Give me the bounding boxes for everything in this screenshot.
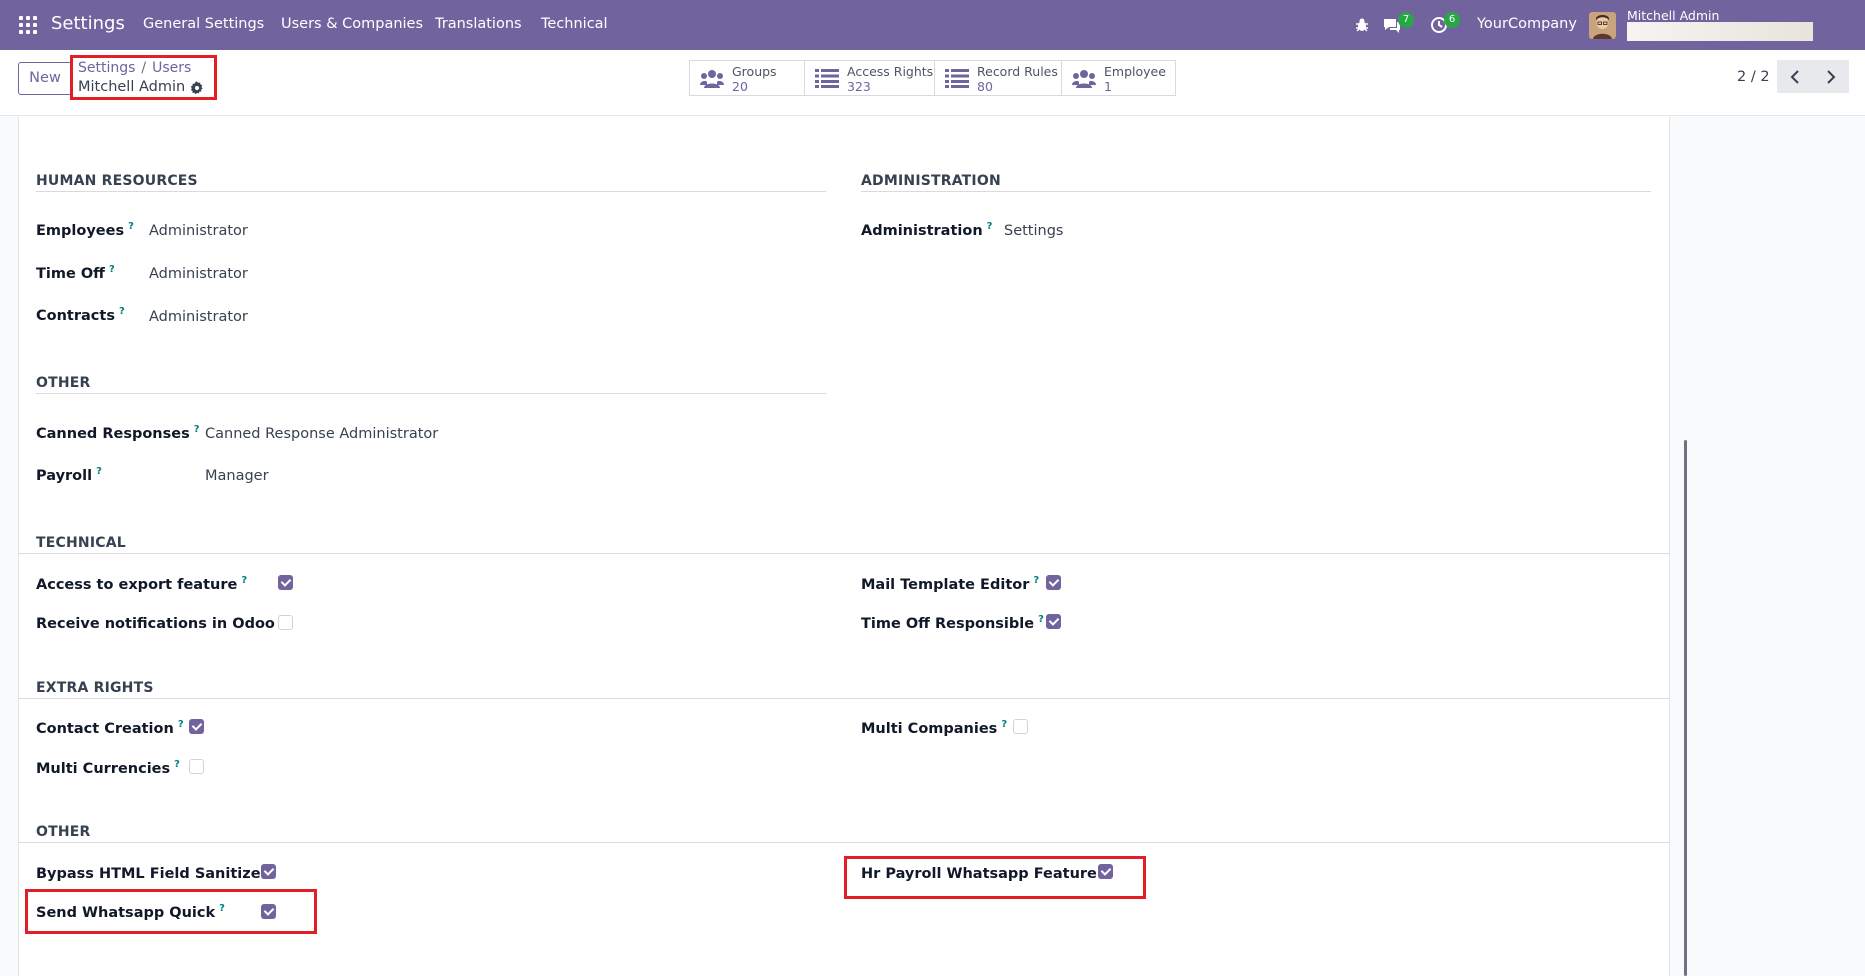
help-icon[interactable]: ? xyxy=(109,264,115,275)
section-technical: TECHNICAL xyxy=(36,535,126,551)
field-value-employees[interactable]: Administrator xyxy=(149,223,248,239)
section-extra-rights: EXTRA RIGHTS xyxy=(36,680,154,696)
help-icon[interactable]: ? xyxy=(128,221,134,232)
prev-record-button[interactable] xyxy=(1777,60,1813,93)
groups-count: 20 xyxy=(732,79,748,94)
highlight-send-whatsapp-quick xyxy=(25,889,317,934)
section-other: OTHER xyxy=(36,375,91,391)
highlight-hr-payroll-whatsapp xyxy=(844,856,1146,899)
control-panel: New Settings / Users Mitchell Admin Groups… xyxy=(0,50,1865,116)
pager-value[interactable]: 2 / 2 xyxy=(1737,69,1770,85)
bypass-html-checkbox[interactable] xyxy=(261,864,276,879)
access-export-checkbox[interactable] xyxy=(278,575,293,590)
breadcrumb: Settings / Users xyxy=(78,60,191,76)
menu-users-companies[interactable]: Users & Companies xyxy=(281,16,423,32)
list-icon xyxy=(945,69,969,88)
field-value-time-off[interactable]: Administrator xyxy=(149,266,248,282)
section-other-2: OTHER xyxy=(36,824,91,840)
form-sheet xyxy=(18,116,1670,976)
field-label-bypass-html: Bypass HTML Field Sanitize? xyxy=(36,864,270,882)
new-button[interactable]: New xyxy=(18,62,72,95)
field-value-payroll[interactable]: Manager xyxy=(205,468,269,484)
receive-notifications-checkbox[interactable] xyxy=(278,615,293,630)
menu-technical[interactable]: Technical xyxy=(541,16,608,32)
messages-count-badge: 7 xyxy=(1398,12,1414,28)
gear-icon[interactable] xyxy=(190,81,204,95)
user-name[interactable]: Mitchell Admin xyxy=(1627,8,1719,23)
field-value-contracts[interactable]: Administrator xyxy=(149,309,248,325)
avatar[interactable] xyxy=(1589,12,1616,39)
breadcrumb-settings[interactable]: Settings xyxy=(78,60,135,76)
record-rules-label: Record Rules xyxy=(977,64,1058,79)
field-label-payroll: Payroll? xyxy=(36,466,102,484)
field-label-receive-notifications: Receive notifications in Odoo? xyxy=(36,614,285,632)
multi-companies-checkbox[interactable] xyxy=(1013,719,1028,734)
field-value-canned-responses[interactable]: Canned Response Administrator xyxy=(205,426,438,442)
menu-general-settings[interactable]: General Settings xyxy=(143,16,264,32)
section-divider xyxy=(18,553,1670,554)
field-label-mail-template-editor: Mail Template Editor? xyxy=(861,575,1040,593)
section-human-resources: HUMAN RESOURCES xyxy=(36,173,198,189)
section-divider xyxy=(18,698,1670,699)
help-icon[interactable]: ? xyxy=(1001,719,1007,730)
chevron-left-icon xyxy=(1790,70,1799,84)
access-rights-stat-button[interactable]: Access Rights 323 xyxy=(804,60,935,96)
record-rules-stat-button[interactable]: Record Rules 80 xyxy=(934,60,1062,96)
field-label-access-export: Access to export feature? xyxy=(36,575,248,593)
field-label-administration: Administration? xyxy=(861,221,993,239)
help-icon[interactable]: ? xyxy=(119,306,125,317)
app-title[interactable]: Settings xyxy=(51,13,125,34)
groups-stat-button[interactable]: Groups 20 xyxy=(689,60,805,96)
employee-stat-button[interactable]: Employee 1 xyxy=(1061,60,1176,96)
field-label-contact-creation: Contact Creation? xyxy=(36,719,184,737)
help-icon[interactable]: ? xyxy=(1033,575,1039,586)
help-icon[interactable]: ? xyxy=(194,424,200,435)
next-record-button[interactable] xyxy=(1813,60,1849,93)
list-icon xyxy=(815,69,839,88)
contact-creation-checkbox[interactable] xyxy=(189,719,204,734)
chevron-right-icon xyxy=(1827,70,1836,84)
section-administration: ADMINISTRATION xyxy=(861,173,1001,189)
apps-grid-icon[interactable] xyxy=(19,16,37,34)
field-label-employees: Employees? xyxy=(36,221,134,239)
users-icon xyxy=(1072,70,1096,88)
users-icon xyxy=(700,70,724,88)
field-label-time-off-responsible: Time Off Responsible? xyxy=(861,614,1044,632)
breadcrumb-users[interactable]: Users xyxy=(152,60,191,76)
field-value-administration[interactable]: Settings xyxy=(1004,223,1063,239)
field-label-time-off: Time Off? xyxy=(36,264,115,282)
field-label-canned-responses: Canned Responses? xyxy=(36,424,200,442)
field-label-multi-currencies: Multi Currencies? xyxy=(36,759,180,777)
field-label-multi-companies: Multi Companies? xyxy=(861,719,1008,737)
help-icon[interactable]: ? xyxy=(96,466,102,477)
activities-count-badge: 6 xyxy=(1444,12,1460,28)
top-navbar: Settings General Settings Users & Compan… xyxy=(0,0,1865,50)
time-off-responsible-checkbox[interactable] xyxy=(1046,614,1061,629)
employee-count: 1 xyxy=(1104,79,1112,94)
section-divider xyxy=(18,842,1670,843)
mail-template-editor-checkbox[interactable] xyxy=(1046,575,1061,590)
record-title: Mitchell Admin xyxy=(78,79,186,95)
section-divider xyxy=(861,191,1651,192)
groups-label: Groups xyxy=(732,64,777,79)
menu-translations[interactable]: Translations xyxy=(435,16,522,32)
record-rules-count: 80 xyxy=(977,79,993,94)
help-icon[interactable]: ? xyxy=(241,575,247,586)
scrollbar[interactable] xyxy=(1684,440,1687,976)
help-icon[interactable]: ? xyxy=(174,759,180,770)
multi-currencies-checkbox[interactable] xyxy=(189,759,204,774)
access-rights-count: 323 xyxy=(847,79,871,94)
field-label-contracts: Contracts? xyxy=(36,306,125,324)
section-divider xyxy=(36,191,826,192)
employee-label: Employee xyxy=(1104,64,1166,79)
access-rights-label: Access Rights xyxy=(847,64,934,79)
breadcrumb-separator: / xyxy=(141,60,147,76)
help-icon[interactable]: ? xyxy=(1038,614,1044,625)
company-switcher[interactable]: YourCompany xyxy=(1477,16,1577,32)
help-icon[interactable]: ? xyxy=(987,221,993,232)
bug-icon[interactable] xyxy=(1354,17,1370,33)
help-icon[interactable]: ? xyxy=(178,719,184,730)
section-divider xyxy=(36,393,826,394)
user-menu-banner[interactable] xyxy=(1627,22,1813,41)
